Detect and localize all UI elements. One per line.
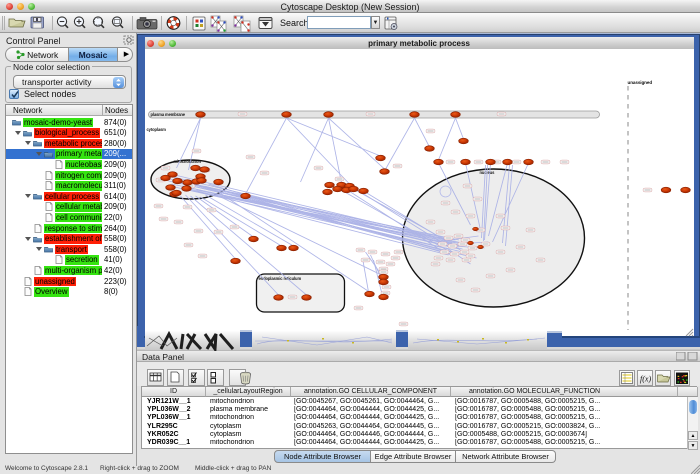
svg-text:cytoplasm: cytoplasm bbox=[146, 127, 166, 132]
svg-text:mitochondrion: mitochondrion bbox=[173, 159, 201, 164]
svg-text:f(x): f(x) bbox=[640, 375, 651, 384]
svg-text:unassigned: unassigned bbox=[627, 80, 652, 85]
svg-text:plasma membrane: plasma membrane bbox=[150, 112, 185, 117]
